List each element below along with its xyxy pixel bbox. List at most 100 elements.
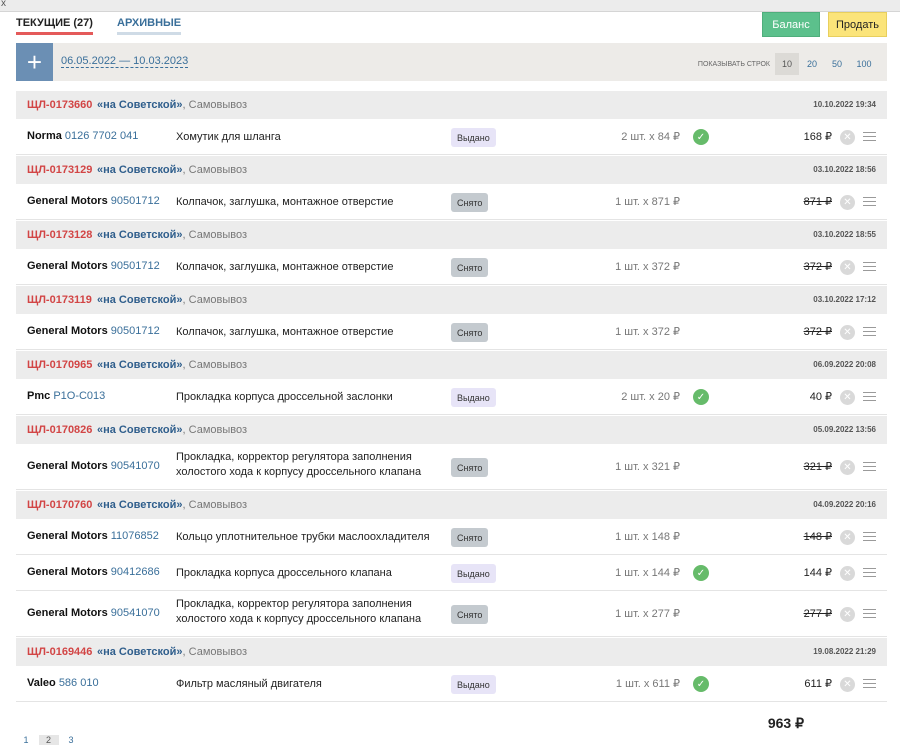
- order-shop[interactable]: «на Советской», Самовывоз: [97, 424, 247, 436]
- brand-name: Pmc: [27, 390, 51, 402]
- rows-option-10[interactable]: 10: [775, 53, 799, 75]
- close-icon[interactable]: ✕: [840, 195, 855, 210]
- close-icon[interactable]: ✕: [840, 325, 855, 340]
- item-brand: Valeo 586 010: [27, 677, 99, 689]
- part-number-link[interactable]: 90541070: [111, 607, 160, 619]
- shop-name[interactable]: «на Советской»: [97, 99, 183, 111]
- menu-icon[interactable]: [863, 462, 876, 474]
- close-icon[interactable]: ✕: [840, 130, 855, 145]
- shop-name[interactable]: «на Советской»: [97, 229, 183, 241]
- order-number[interactable]: ЩЛ-0173660: [27, 99, 92, 111]
- order-item-row: General Motors 90541070 Прокладка, коррек…: [16, 444, 887, 490]
- order-number[interactable]: ЩЛ-0170965: [27, 359, 92, 371]
- filter-bar: + 06.05.2022 — 10.03.2023 ПОКАЗЫВАТЬ СТР…: [16, 43, 887, 81]
- page-3[interactable]: 3: [61, 735, 81, 745]
- menu-icon[interactable]: [863, 392, 876, 404]
- order-item-row: General Motors 90501712 Колпачок, заглушк…: [16, 184, 887, 220]
- item-brand: General Motors 90541070: [27, 460, 160, 472]
- menu-icon[interactable]: [863, 609, 876, 621]
- shop-name[interactable]: «на Советской»: [97, 164, 183, 176]
- order-shop[interactable]: «на Советской», Самовывоз: [97, 499, 247, 511]
- part-number-link[interactable]: 90501712: [111, 325, 160, 337]
- rows-option-100[interactable]: 100: [852, 53, 876, 75]
- item-name: Колпачок, заглушка, монтажное отверстие: [176, 196, 394, 208]
- balance-button[interactable]: Баланс: [762, 12, 820, 37]
- order-item-row: Norma 0126 7702 041 Хомутик для шланга Выд…: [16, 119, 887, 155]
- menu-icon[interactable]: [863, 197, 876, 209]
- item-total: 168 ₽: [803, 131, 832, 143]
- part-number-link[interactable]: 90501712: [111, 260, 160, 272]
- delivery-method: , Самовывоз: [182, 99, 248, 111]
- sell-button[interactable]: Продать: [828, 12, 887, 37]
- shop-name[interactable]: «на Советской»: [97, 424, 183, 436]
- order-item-row: General Motors 90541070 Прокладка, коррек…: [16, 591, 887, 637]
- date-range-picker[interactable]: 06.05.2022 — 10.03.2023: [61, 55, 189, 68]
- close-icon[interactable]: ✕: [840, 460, 855, 475]
- close-icon[interactable]: ✕: [840, 566, 855, 581]
- add-button[interactable]: +: [16, 43, 53, 81]
- close-icon[interactable]: ✕: [840, 260, 855, 275]
- tab-current[interactable]: ТЕКУЩИЕ (27): [16, 17, 93, 35]
- part-number-link[interactable]: P1O-C013: [53, 390, 105, 402]
- item-brand: Pmc P1O-C013: [27, 390, 105, 402]
- item-name: Кольцо уплотнительное трубки маслоохлади…: [176, 531, 430, 543]
- order-tabs: ТЕКУЩИЕ (27) АРХИВНЫЕ: [16, 17, 202, 37]
- brand-name: General Motors: [27, 530, 108, 542]
- part-number-link[interactable]: 90501712: [111, 195, 160, 207]
- page-2[interactable]: 2: [38, 735, 59, 745]
- pagination: 1 2 3: [16, 735, 81, 745]
- item-brand: Norma 0126 7702 041: [27, 130, 138, 142]
- part-number-link[interactable]: 586 010: [59, 677, 99, 689]
- shop-name[interactable]: «на Советской»: [97, 499, 183, 511]
- order-number[interactable]: ЩЛ-0173128: [27, 229, 92, 241]
- part-number-link[interactable]: 90412686: [111, 566, 160, 578]
- shop-name[interactable]: «на Советской»: [97, 359, 183, 371]
- order-item-row: Valeo 586 010 Фильтр масляный двигателя Вы…: [16, 666, 887, 702]
- order-shop[interactable]: «на Советской», Самовывоз: [97, 294, 247, 306]
- close-icon[interactable]: ✕: [840, 607, 855, 622]
- item-brand: General Motors 90501712: [27, 260, 160, 272]
- item-name: Прокладка, корректор регулятора заполнен…: [176, 451, 422, 478]
- order-number[interactable]: ЩЛ-0170826: [27, 424, 92, 436]
- item-brand: General Motors 90412686: [27, 566, 160, 578]
- menu-icon[interactable]: [863, 132, 876, 144]
- shop-name[interactable]: «на Советской»: [97, 646, 183, 658]
- order-header: ЩЛ-0170965 «на Советской», Самовывоз 06.09…: [16, 350, 887, 379]
- menu-icon[interactable]: [863, 568, 876, 580]
- shop-name[interactable]: «на Советской»: [97, 294, 183, 306]
- item-quantity-price: 1 шт. x 372 ₽: [615, 326, 680, 338]
- order-header: ЩЛ-0170826 «на Советской», Самовывоз 05.09…: [16, 415, 887, 444]
- page-1[interactable]: 1: [16, 735, 36, 745]
- rows-option-20[interactable]: 20: [800, 53, 824, 75]
- close-tab-icon[interactable]: x: [1, 0, 6, 9]
- order-number[interactable]: ЩЛ-0169446: [27, 646, 92, 658]
- close-icon[interactable]: ✕: [840, 677, 855, 692]
- order-number[interactable]: ЩЛ-0173119: [27, 294, 92, 306]
- close-icon[interactable]: ✕: [840, 390, 855, 405]
- order-shop[interactable]: «на Советской», Самовывоз: [97, 646, 247, 658]
- rows-option-50[interactable]: 50: [825, 53, 849, 75]
- part-number-link[interactable]: 0126 7702 041: [65, 130, 138, 142]
- menu-icon[interactable]: [863, 679, 876, 691]
- order-date: 04.09.2022 20:16: [813, 500, 876, 509]
- order-shop[interactable]: «на Советской», Самовывоз: [97, 359, 247, 371]
- status-badge: Снято: [451, 458, 489, 477]
- menu-icon[interactable]: [863, 327, 876, 339]
- item-brand: General Motors 90501712: [27, 195, 160, 207]
- close-icon[interactable]: ✕: [840, 530, 855, 545]
- order-item-row: General Motors 90501712 Колпачок, заглушк…: [16, 249, 887, 285]
- tab-archive[interactable]: АРХИВНЫЕ: [117, 17, 182, 35]
- menu-icon[interactable]: [863, 262, 876, 274]
- status-badge: Снято: [451, 323, 489, 342]
- order-number[interactable]: ЩЛ-0170760: [27, 499, 92, 511]
- order-shop[interactable]: «на Советской», Самовывоз: [97, 164, 247, 176]
- window-top-bar: x: [0, 0, 900, 12]
- menu-icon[interactable]: [863, 532, 876, 544]
- order-number[interactable]: ЩЛ-0173129: [27, 164, 92, 176]
- part-number-link[interactable]: 90541070: [111, 460, 160, 472]
- order-shop[interactable]: «на Советской», Самовывоз: [97, 229, 247, 241]
- item-quantity-price: 1 шт. x 144 ₽: [615, 567, 680, 579]
- part-number-link[interactable]: 11076852: [111, 530, 159, 542]
- order-shop[interactable]: «на Советской», Самовывоз: [97, 99, 247, 111]
- brand-name: Norma: [27, 130, 62, 142]
